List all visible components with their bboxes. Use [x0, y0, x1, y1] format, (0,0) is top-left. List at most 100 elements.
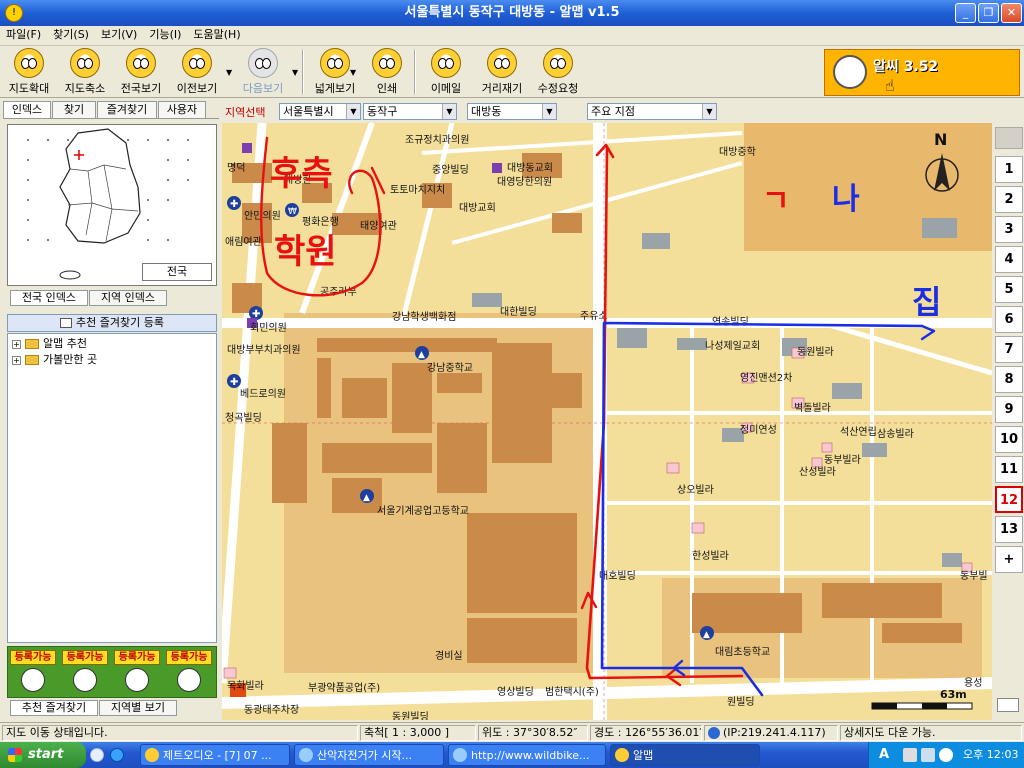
volume-icon[interactable]	[939, 748, 953, 762]
chevron-down-icon[interactable]: ▼	[542, 104, 556, 119]
register-slot-2[interactable]: 등록가능	[62, 650, 108, 695]
map-label: 대호빌딩	[599, 570, 636, 582]
overview-minimap[interactable]: 전국	[7, 124, 217, 286]
previous-view-button[interactable]: 이전보기	[170, 48, 224, 96]
mascot-icon	[833, 55, 867, 89]
status-message: 지도 이동 상태입니다.	[2, 725, 358, 741]
zoom-level-2[interactable]: 2	[995, 186, 1023, 213]
chevron-down-icon[interactable]: ▼	[442, 104, 456, 119]
svg-text:▲: ▲	[418, 350, 425, 360]
zoom-level-11[interactable]: 11	[995, 456, 1023, 483]
dropdown-arrow-icon[interactable]: ▼	[292, 68, 298, 77]
dropdown-arrow-icon[interactable]: ▼	[226, 68, 232, 77]
toolbar-separator	[302, 50, 304, 94]
ie-icon[interactable]	[110, 748, 124, 762]
restore-button[interactable]: ❐	[978, 3, 999, 23]
chevron-down-icon[interactable]: ▼	[702, 104, 716, 119]
task-almap[interactable]: 알맵	[610, 744, 760, 766]
left-panel: 인덱스 찾기 즐겨찾기 사용자 전국 전국 인덱스 지역 인덱스 추천 즐겨찾기…	[0, 98, 221, 720]
correction-request-button[interactable]: 수정요청	[530, 48, 586, 96]
status-bar: 지도 이동 상태입니다. 축척[ 1 : 3,000 ] 위도 : 37°30′…	[0, 722, 1024, 742]
minimize-button[interactable]: _	[955, 3, 976, 23]
menu-help[interactable]: 도움말(H)	[187, 26, 246, 44]
zoom-level-9[interactable]: 9	[995, 396, 1023, 423]
district-select[interactable]: 동작구 ▼	[363, 103, 457, 120]
tree-item-almap-recommend[interactable]: + 알맵 추천	[12, 337, 87, 350]
map-label: 석산연립	[840, 425, 877, 438]
measure-distance-button[interactable]: 거리재기	[474, 48, 530, 96]
tab-search[interactable]: 찾기	[52, 101, 96, 118]
poi-select[interactable]: 주요 지점 ▼	[587, 103, 717, 120]
map-label: 베드로의원	[240, 388, 286, 400]
zoom-level-5[interactable]: 5	[995, 276, 1023, 303]
zoom-level-6[interactable]: 6	[995, 306, 1023, 333]
tree-item-places-to-visit[interactable]: + 가볼만한 곳	[12, 353, 97, 366]
zoom-level-4[interactable]: 4	[995, 246, 1023, 273]
mascot-icon	[125, 668, 149, 692]
tab-index[interactable]: 인덱스	[3, 101, 51, 118]
expand-icon[interactable]: +	[12, 339, 21, 349]
tray-icon[interactable]	[903, 748, 917, 762]
map-view[interactable]: ✚ ₩ ✚ ✚ ▲ ▲ ▲ 조규정치과의원 대방중학 명덕 중앙빌딩 대방한 대…	[222, 123, 992, 720]
expand-icon[interactable]: +	[12, 355, 21, 365]
task-wildbike[interactable]: http://www.wildbike...	[448, 744, 606, 766]
taskbar: start 제트오디오 - [7] 07 ... 산악자전거가 시작... ht…	[0, 742, 1024, 768]
zoom-level-3[interactable]: 3	[995, 216, 1023, 243]
region-select-label: 지역선택	[225, 106, 266, 119]
nationwide-button[interactable]: 전국	[142, 263, 212, 281]
zoom-level-8[interactable]: 8	[995, 366, 1023, 393]
menu-file[interactable]: 파일(F)	[0, 26, 47, 44]
hand-tool-icon[interactable]	[997, 698, 1019, 712]
zoom-level-1[interactable]: 1	[995, 156, 1023, 183]
tab-favorites[interactable]: 즐겨찾기	[97, 101, 157, 118]
zoom-out-button[interactable]: 지도축소	[58, 48, 112, 96]
zoom-level-10[interactable]: 10	[995, 426, 1023, 453]
menu-view[interactable]: 보기(V)	[95, 26, 143, 44]
chevron-down-icon[interactable]: ▼	[346, 104, 360, 119]
map-label: 부광약품공업(주)	[308, 681, 380, 694]
map-label: 동원빌라	[797, 346, 834, 358]
app-icon[interactable]: !	[5, 4, 23, 22]
network-icon[interactable]	[921, 748, 935, 762]
dong-select[interactable]: 대방동 ▼	[467, 103, 557, 120]
svg-text:N: N	[934, 130, 947, 149]
advertisement-banner[interactable]: 알씨 3.52 ☝	[824, 49, 1020, 96]
folder-icon	[25, 339, 39, 349]
map-label: 서울기계공업고등학교	[377, 504, 469, 517]
ime-indicator[interactable]: A	[879, 742, 889, 768]
dropdown-arrow-icon[interactable]: ▼	[350, 68, 356, 77]
tab-regional-view[interactable]: 지역별 보기	[99, 700, 177, 716]
tab-national-index[interactable]: 전국 인덱스	[10, 290, 88, 306]
menu-function[interactable]: 기능(I)	[143, 26, 187, 44]
city-select[interactable]: 서울특별시 ▼	[279, 103, 361, 120]
tab-user[interactable]: 사용자	[158, 101, 206, 118]
tab-regional-index[interactable]: 지역 인덱스	[89, 290, 167, 306]
print-button[interactable]: 인쇄	[362, 48, 412, 96]
task-jetaudio[interactable]: 제트오디오 - [7] 07 ...	[140, 744, 290, 766]
zoom-plus-button[interactable]: +	[995, 546, 1023, 573]
zoom-level-13[interactable]: 13	[995, 516, 1023, 543]
favorites-register-header[interactable]: 추천 즐겨찾기 등록	[7, 314, 217, 332]
register-slot-1[interactable]: 등록가능	[10, 650, 56, 695]
menu-search[interactable]: 찾기(S)	[47, 26, 95, 44]
zoom-bar-top-cap	[995, 127, 1023, 149]
desktop-icon[interactable]	[90, 748, 104, 762]
ad-text: 알씨 3.52	[873, 59, 939, 75]
register-slot-3[interactable]: 등록가능	[114, 650, 160, 695]
map-label: 강남학생백화점	[392, 311, 456, 323]
map-canvas: ✚ ₩ ✚ ✚ ▲ ▲ ▲ 조규정치과의원 대방중학 명덕 중앙빌딩 대방한 대…	[222, 123, 992, 720]
tab-recommended-favorites[interactable]: 추천 즐겨찾기	[10, 700, 98, 716]
zoom-level-12[interactable]: 12	[995, 486, 1023, 513]
zoom-in-button[interactable]: 지도확대	[2, 48, 56, 96]
map-label: 대방중학	[719, 146, 756, 158]
zoom-level-7[interactable]: 7	[995, 336, 1023, 363]
email-button[interactable]: 이메일	[420, 48, 472, 96]
task-mtb-page[interactable]: 산악자전거가 시작...	[294, 744, 444, 766]
mascot-icon	[73, 668, 97, 692]
close-button[interactable]: ✕	[1001, 3, 1022, 23]
map-label: 강남중학교	[427, 362, 473, 374]
next-view-button[interactable]: 다음보기	[236, 48, 290, 96]
national-view-button[interactable]: 전국보기	[114, 48, 168, 96]
register-slot-4[interactable]: 등록가능	[166, 650, 212, 695]
svg-text:₩: ₩	[288, 207, 297, 217]
